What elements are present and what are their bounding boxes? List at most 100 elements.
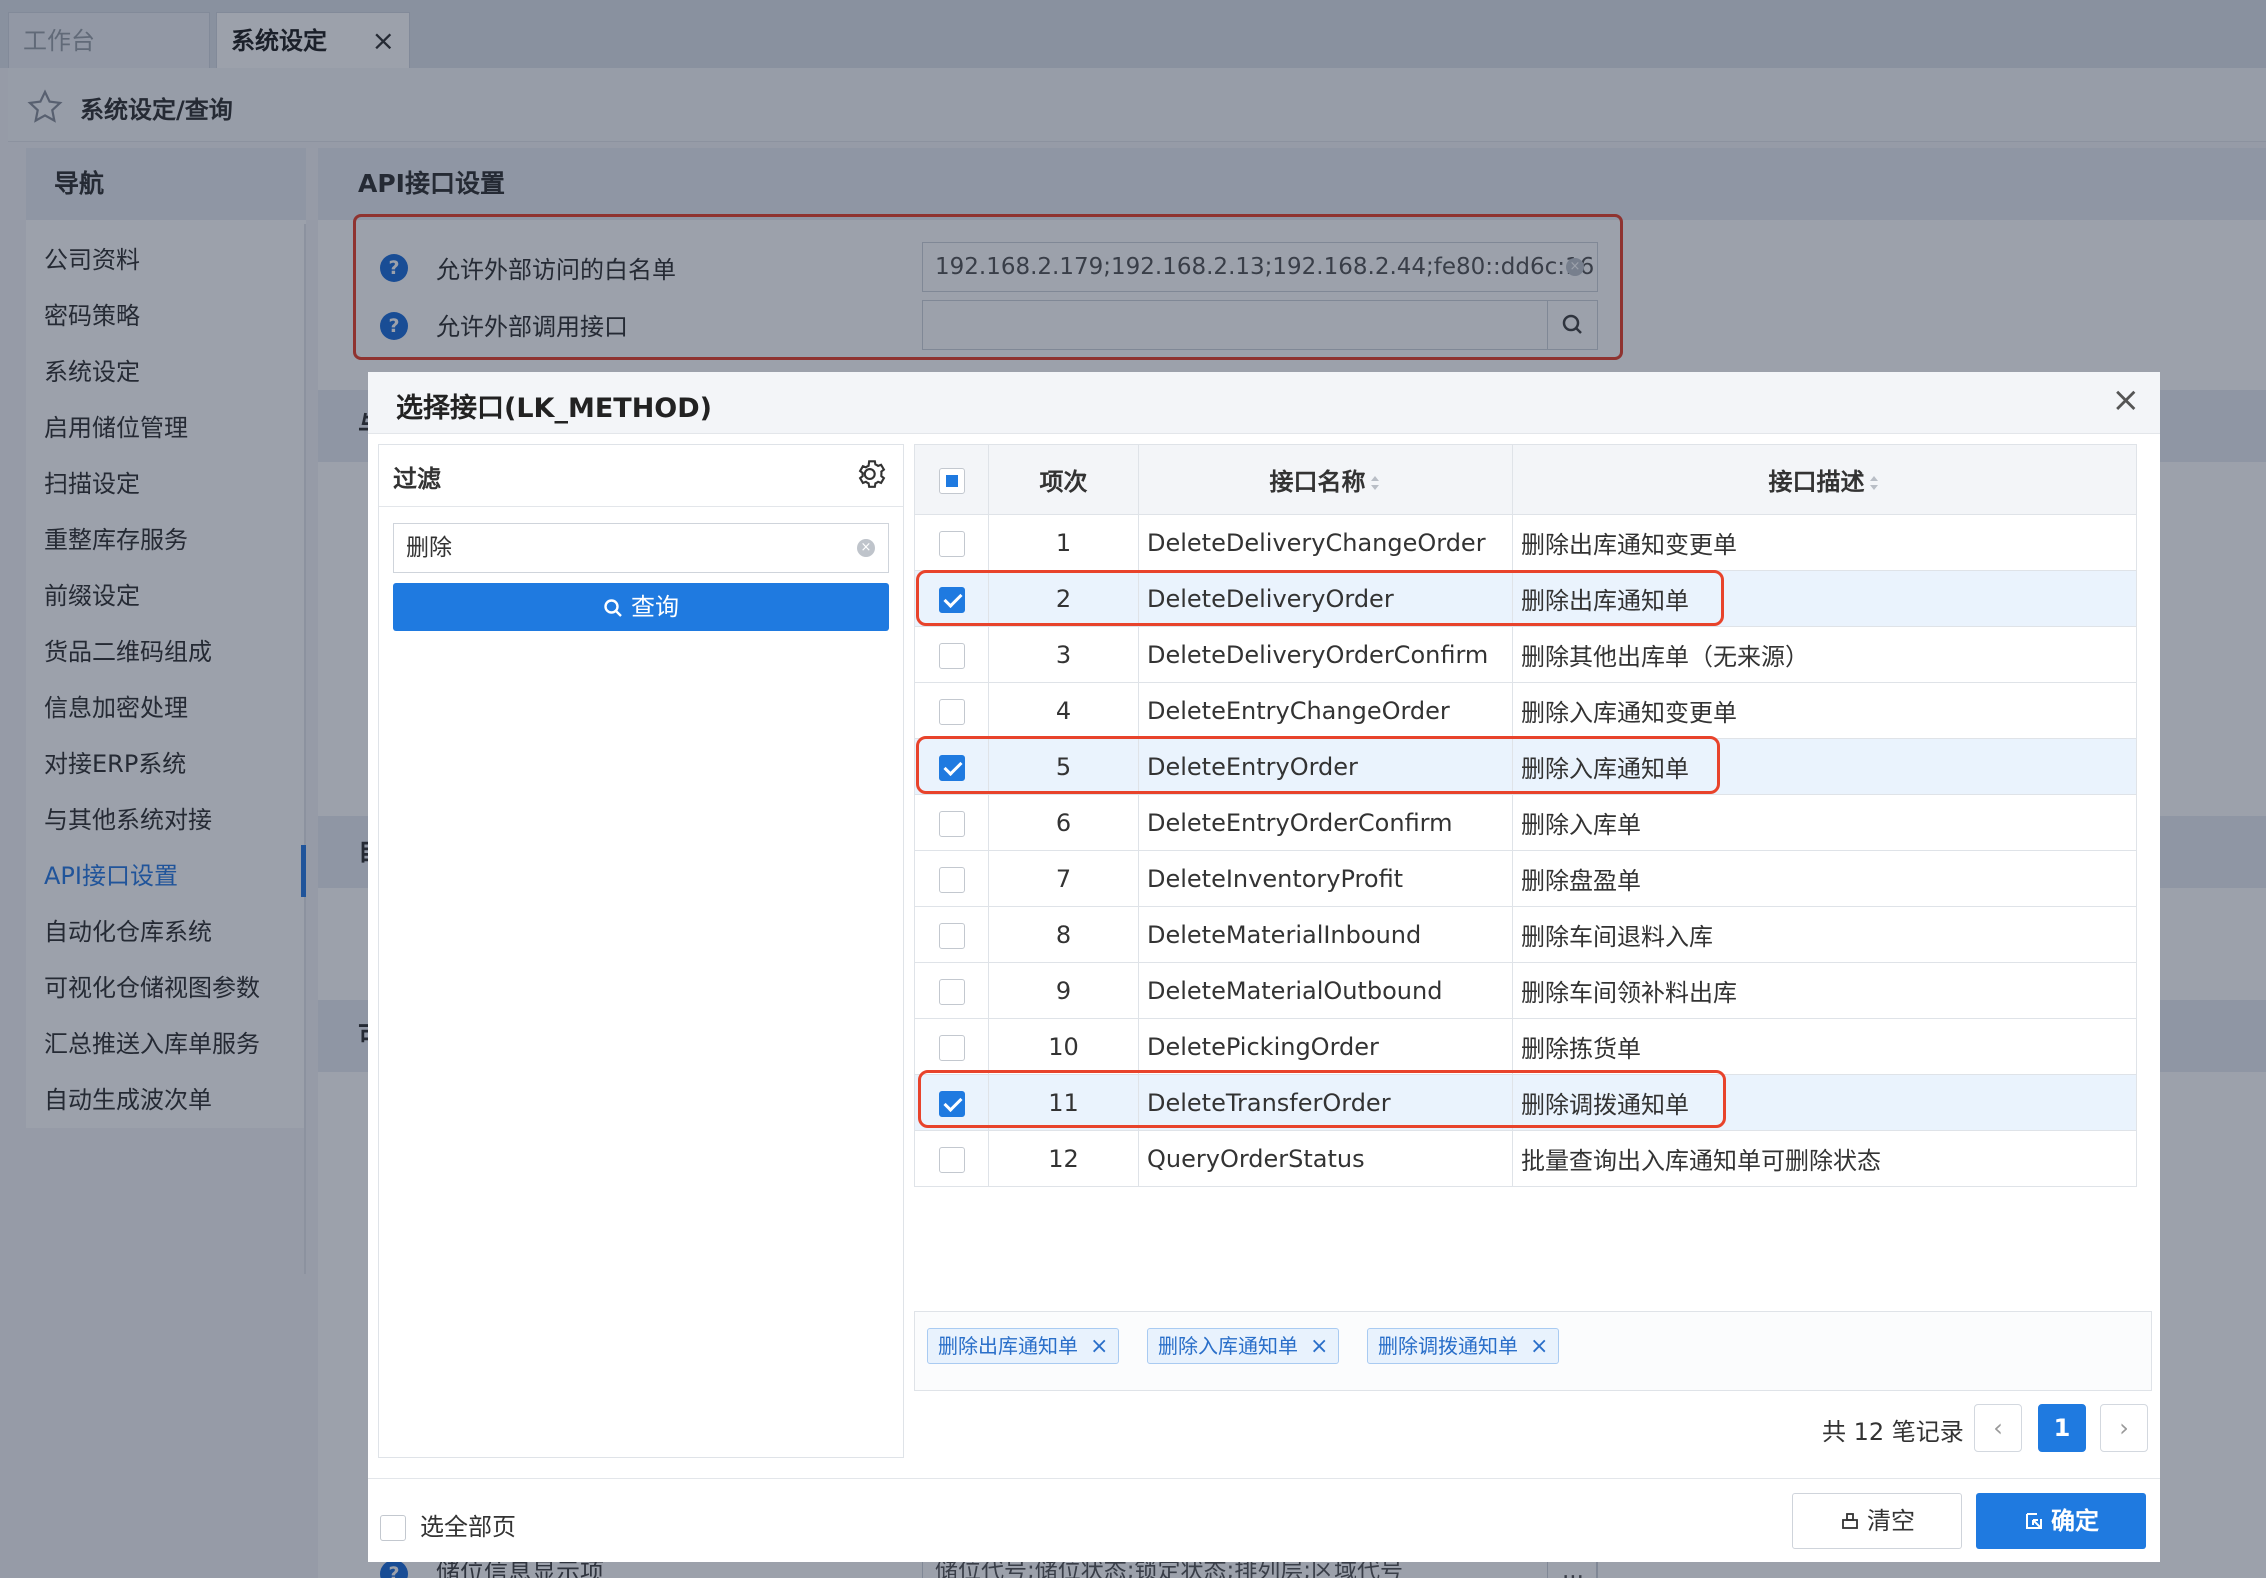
row-select-cell[interactable] bbox=[914, 1130, 989, 1187]
selected-tag[interactable]: 删除入库通知单 × bbox=[1147, 1328, 1340, 1364]
nav-item[interactable]: 汇总推送入库单服务 bbox=[44, 1024, 260, 1059]
select-all-pages-checkbox[interactable] bbox=[380, 1515, 406, 1541]
select-all-pages[interactable]: 选全部页 bbox=[380, 1507, 516, 1542]
nav-item[interactable]: 与其他系统对接 bbox=[44, 800, 212, 835]
interfaces-search-button[interactable] bbox=[1547, 300, 1597, 350]
interfaces-input[interactable] bbox=[922, 300, 1598, 350]
query-button[interactable]: 查询 bbox=[393, 583, 889, 631]
row-no: 9 bbox=[988, 962, 1139, 1019]
tag-remove-icon[interactable]: × bbox=[1530, 1334, 1548, 1359]
row-select-cell[interactable] bbox=[914, 514, 989, 571]
selected-tag[interactable]: 删除出库通知单 × bbox=[927, 1328, 1120, 1364]
filter-search-value: 删除 bbox=[406, 535, 452, 561]
row-checkbox[interactable] bbox=[938, 810, 965, 837]
nav-item[interactable]: 自动化仓库系统 bbox=[44, 912, 212, 947]
column-header-desc[interactable]: 接口描述 bbox=[1512, 444, 2137, 515]
sort-icon[interactable] bbox=[1368, 473, 1382, 493]
sort-icon[interactable] bbox=[1867, 473, 1881, 493]
tag-remove-icon[interactable]: × bbox=[1310, 1334, 1328, 1359]
nav-item[interactable]: 公司资料 bbox=[44, 240, 140, 275]
filter-header: 过滤 bbox=[379, 445, 903, 507]
row-select-cell[interactable] bbox=[914, 1018, 989, 1075]
nav-item[interactable]: 密码策略 bbox=[44, 296, 140, 331]
nav-item[interactable]: 可视化仓储视图参数 bbox=[44, 968, 260, 1003]
row-desc: 删除拣货单 bbox=[1512, 1018, 2137, 1075]
column-header-no: 项次 bbox=[988, 444, 1139, 515]
table-header-row: 项次 接口名称 接口描述 bbox=[914, 444, 2137, 515]
nav-item[interactable]: 前缀设定 bbox=[44, 576, 140, 611]
table-row[interactable]: 7 DeleteInventoryProfit 删除盘盈单 bbox=[914, 850, 2137, 907]
nav-active-indicator bbox=[301, 845, 306, 897]
prev-page-button[interactable]: ‹ bbox=[1974, 1404, 2022, 1452]
row-select-cell[interactable] bbox=[914, 962, 989, 1019]
nav-item[interactable]: 系统设定 bbox=[44, 352, 140, 387]
breadcrumb: 系统设定/查询 bbox=[80, 96, 233, 124]
close-icon[interactable]: × bbox=[2112, 380, 2141, 420]
table-row[interactable]: 1 DeleteDeliveryChangeOrder 删除出库通知变更单 bbox=[914, 514, 2137, 571]
nav-item[interactable]: 重整库存服务 bbox=[44, 520, 188, 555]
row-name: DeleteMaterialOutbound bbox=[1138, 962, 1513, 1019]
gear-icon[interactable] bbox=[855, 457, 889, 491]
row-select-cell[interactable] bbox=[914, 906, 989, 963]
clear-icon[interactable]: × bbox=[1566, 258, 1584, 276]
row-select-cell[interactable] bbox=[914, 794, 989, 851]
column-no-label: 项次 bbox=[1039, 468, 1088, 496]
nav-item[interactable]: 信息加密处理 bbox=[44, 688, 188, 723]
nav-item-api-settings[interactable]: API接口设置 bbox=[44, 856, 178, 891]
select-all-cell[interactable] bbox=[914, 444, 989, 515]
tab-system-settings[interactable]: 系统设定 × bbox=[216, 12, 410, 68]
nav-item[interactable]: 扫描设定 bbox=[44, 464, 140, 499]
tab-close-icon[interactable]: × bbox=[372, 13, 395, 69]
nav-item[interactable]: 货品二维码组成 bbox=[44, 632, 212, 667]
row-checkbox[interactable] bbox=[938, 1034, 965, 1061]
table-row[interactable]: 3 DeleteDeliveryOrderConfirm 删除其他出库单（无来源） bbox=[914, 626, 2137, 683]
row-name: QueryOrderStatus bbox=[1138, 1130, 1513, 1187]
tab-workbench-label: 工作台 bbox=[23, 27, 95, 55]
row-checkbox[interactable] bbox=[938, 698, 965, 725]
tag-remove-icon[interactable]: × bbox=[1090, 1334, 1108, 1359]
table-row[interactable]: 10 DeletePickingOrder 删除拣货单 bbox=[914, 1018, 2137, 1075]
row-checkbox[interactable] bbox=[938, 1146, 965, 1173]
nav-item[interactable]: 对接ERP系统 bbox=[44, 744, 186, 779]
nav-divider bbox=[304, 224, 306, 1274]
dialog-footer: 选全部页 清空 确定 bbox=[368, 1478, 2160, 1562]
tab-workbench[interactable]: 工作台 bbox=[8, 12, 210, 68]
table-row[interactable]: 9 DeleteMaterialOutbound 删除车间领补料出库 bbox=[914, 962, 2137, 1019]
row-select-cell[interactable] bbox=[914, 850, 989, 907]
filter-search-input[interactable]: 删除 bbox=[393, 523, 889, 573]
selected-tag[interactable]: 删除调拨通知单 × bbox=[1367, 1328, 1560, 1364]
table-row[interactable]: 8 DeleteMaterialInbound 删除车间退料入库 bbox=[914, 906, 2137, 963]
whitelist-input[interactable]: 192.168.2.179;192.168.2.13;192.168.2.44;… bbox=[922, 242, 1598, 292]
row-desc: 删除出库通知变更单 bbox=[1512, 514, 2137, 571]
clear-icon[interactable]: × bbox=[857, 539, 875, 557]
row-select-cell[interactable] bbox=[914, 626, 989, 683]
query-button-label: 查询 bbox=[631, 593, 679, 621]
row-checkbox[interactable] bbox=[938, 642, 965, 669]
help-icon[interactable]: ? bbox=[380, 254, 408, 282]
nav-item[interactable]: 启用储位管理 bbox=[44, 408, 188, 443]
row-desc: 删除其他出库单（无来源） bbox=[1512, 626, 2137, 683]
table-row[interactable]: 12 QueryOrderStatus 批量查询出入库通知单可删除状态 bbox=[914, 1130, 2137, 1187]
clear-button[interactable]: 清空 bbox=[1792, 1493, 1962, 1549]
table-row[interactable]: 6 DeleteEntryOrderConfirm 删除入库单 bbox=[914, 794, 2137, 851]
column-header-name[interactable]: 接口名称 bbox=[1138, 444, 1513, 515]
row-checkbox[interactable] bbox=[938, 922, 965, 949]
table-row[interactable]: 4 DeleteEntryChangeOrder 删除入库通知变更单 bbox=[914, 682, 2137, 739]
row-desc: 删除入库通知变更单 bbox=[1512, 682, 2137, 739]
row-checkbox[interactable] bbox=[938, 978, 965, 1005]
page-button-current[interactable]: 1 bbox=[2038, 1404, 2086, 1452]
row-checkbox[interactable] bbox=[938, 866, 965, 893]
help-icon[interactable]: ? bbox=[380, 312, 408, 340]
row-highlight-annotation bbox=[916, 570, 1724, 626]
next-page-button[interactable]: › bbox=[2100, 1404, 2148, 1452]
row-checkbox[interactable] bbox=[938, 530, 965, 557]
row-desc: 删除入库单 bbox=[1512, 794, 2137, 851]
select-all-checkbox[interactable] bbox=[938, 467, 965, 494]
favorite-star-icon[interactable] bbox=[26, 88, 64, 126]
nav-item[interactable]: 自动生成波次单 bbox=[44, 1080, 212, 1115]
eraser-icon bbox=[1842, 1513, 1858, 1529]
help-icon[interactable]: ? bbox=[380, 1560, 408, 1578]
row-select-cell[interactable] bbox=[914, 682, 989, 739]
confirm-button[interactable]: 确定 bbox=[1976, 1493, 2146, 1549]
tag-label: 删除调拨通知单 bbox=[1378, 1334, 1518, 1358]
